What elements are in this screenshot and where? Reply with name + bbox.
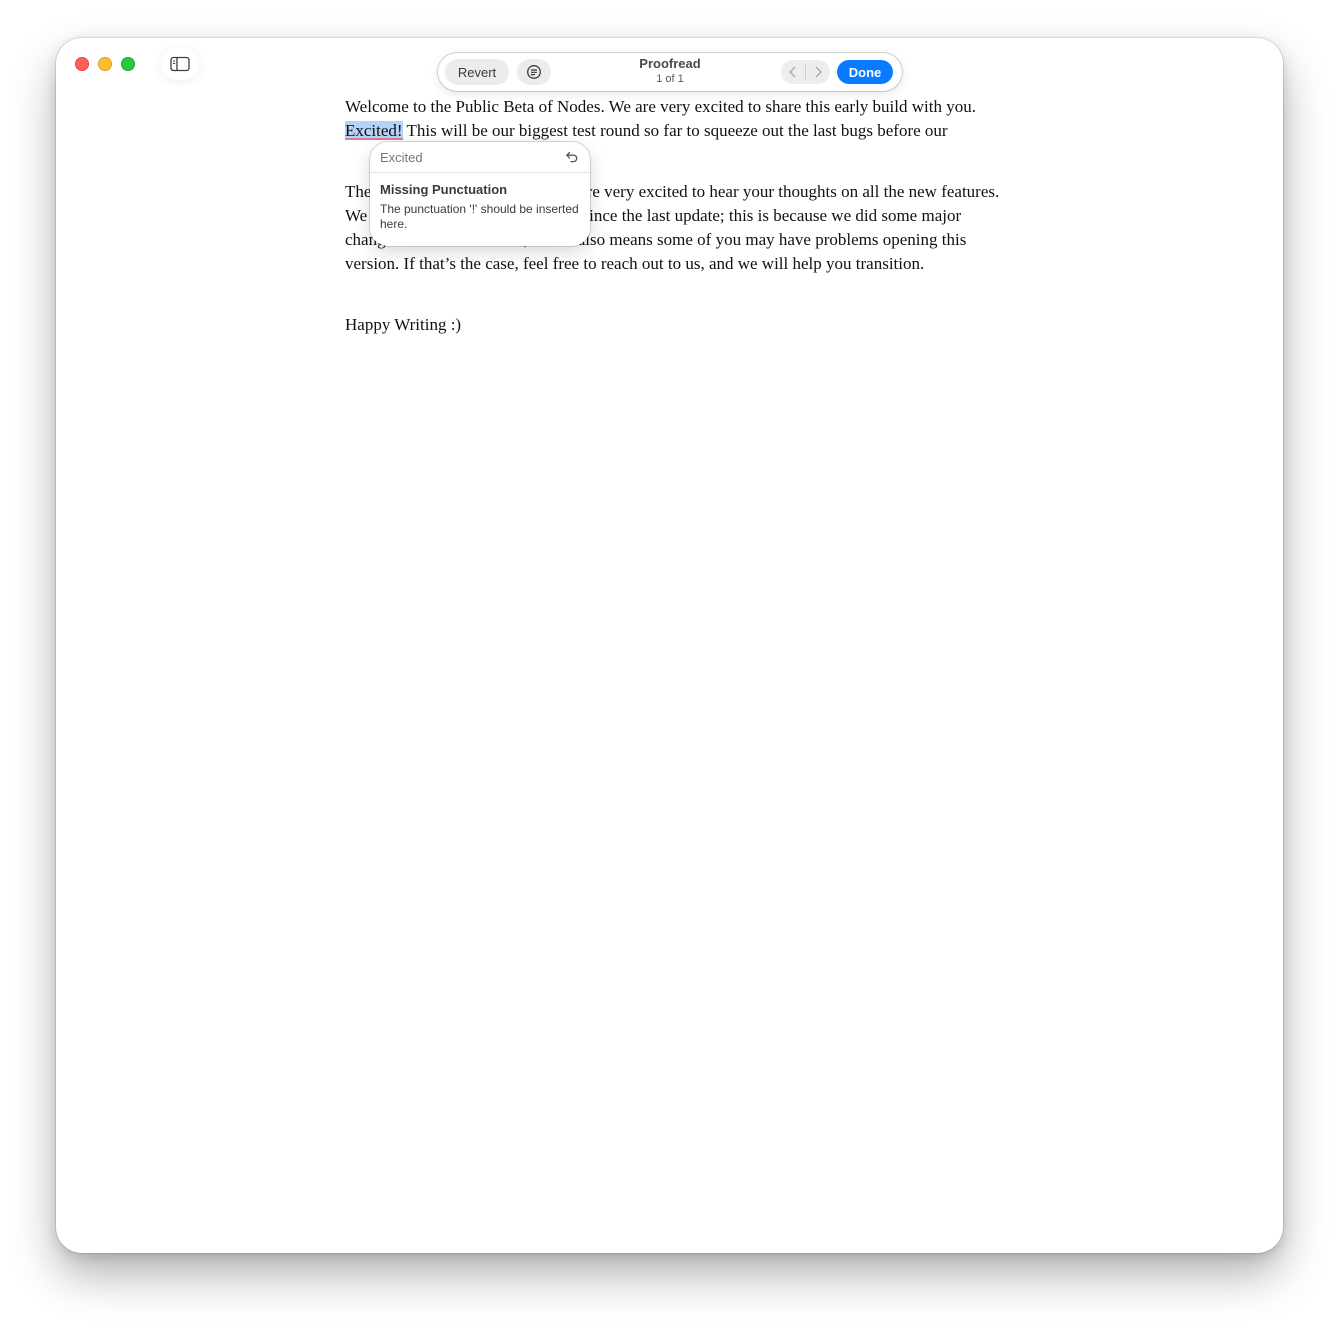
suggestion-popover: Excited Missing Punctuation The punctuat… [370,142,590,246]
suggestion-title: Missing Punctuation [380,182,508,197]
proofread-toolbar: Revert Proofread 1 of 1 Done [438,53,902,91]
paragraph-2-start: The [345,182,372,201]
revert-button[interactable]: Revert [445,59,509,85]
sidebar-icon [170,56,190,72]
suggestion-counter: 1 of 1 [656,73,684,85]
paragraph-1-after: This will be our biggest test round so f… [402,121,948,140]
done-button[interactable]: Done [837,60,893,84]
close-icon[interactable] [75,57,89,71]
chevron-right-icon [815,66,822,78]
original-word: Excited [380,149,423,165]
chevron-left-icon [789,66,796,78]
text-style-icon [527,65,541,79]
paragraph-1: Welcome to the Public Beta of Nodes. We … [345,95,1005,143]
toolbar-title: Proofread [639,56,701,71]
app-window: Revert Proofread 1 of 1 Done Welcome to … [56,38,1283,1253]
paragraph-1-before: Welcome to the Public Beta of Nodes. We … [345,97,976,116]
suggestion-navigation [781,60,830,84]
next-button[interactable] [806,60,830,84]
minimize-icon[interactable] [98,57,112,71]
sidebar-toggle-button[interactable] [160,48,200,80]
popover-header: Excited [370,142,590,173]
undo-arrow-icon[interactable] [565,150,579,164]
toolbar-title-group: Proofread 1 of 1 [608,56,732,86]
previous-button[interactable] [781,60,805,84]
closing-line: Happy Writing :) [345,315,462,334]
suggestion-description: The punctuation '!' should be inserted h… [380,202,579,231]
text-style-button[interactable] [517,59,551,85]
highlighted-suggestion[interactable]: Excited! [345,121,403,140]
popover-body: Missing Punctuation The punctuation '!' … [370,173,590,232]
maximize-icon[interactable] [121,57,135,71]
